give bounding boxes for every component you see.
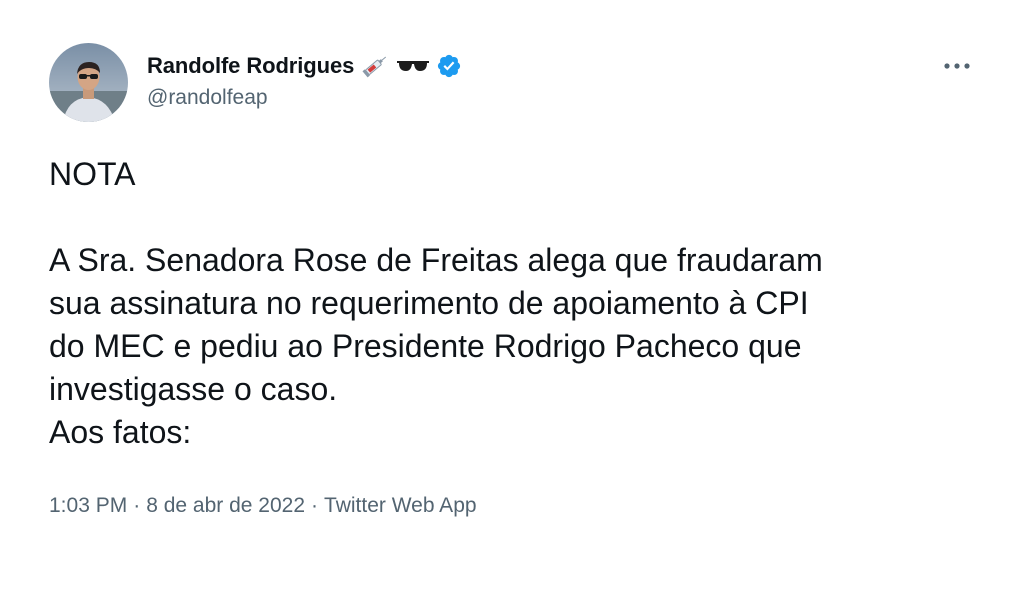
tweet-meta: 1:03 PM · 8 de abr de 2022 · Twitter Web… [49,494,477,518]
tweet-time[interactable]: 1:03 PM [49,494,127,518]
more-options-icon[interactable] [942,58,972,74]
meta-separator: · [311,494,319,517]
tweet-card: Randolfe Rodrigues @randolfeap NOTA A Sr… [0,0,1024,598]
tweet-date[interactable]: 8 de abr de 2022 [146,494,305,518]
tweet-text: NOTA A Sra. Senadora Rose de Freitas ale… [49,156,823,450]
author-display-name[interactable]: Randolfe Rodrigues [147,53,354,79]
tweet-source[interactable]: Twitter Web App [324,494,477,518]
syringe-icon [360,53,390,79]
verified-badge-icon [436,53,462,79]
avatar-image [49,43,128,122]
meta-separator: · [133,494,141,517]
author-name-row: Randolfe Rodrigues [147,50,462,82]
author-handle[interactable]: @randolfeap [147,86,268,110]
avatar[interactable] [49,43,128,122]
sunglasses-icon [396,56,430,76]
